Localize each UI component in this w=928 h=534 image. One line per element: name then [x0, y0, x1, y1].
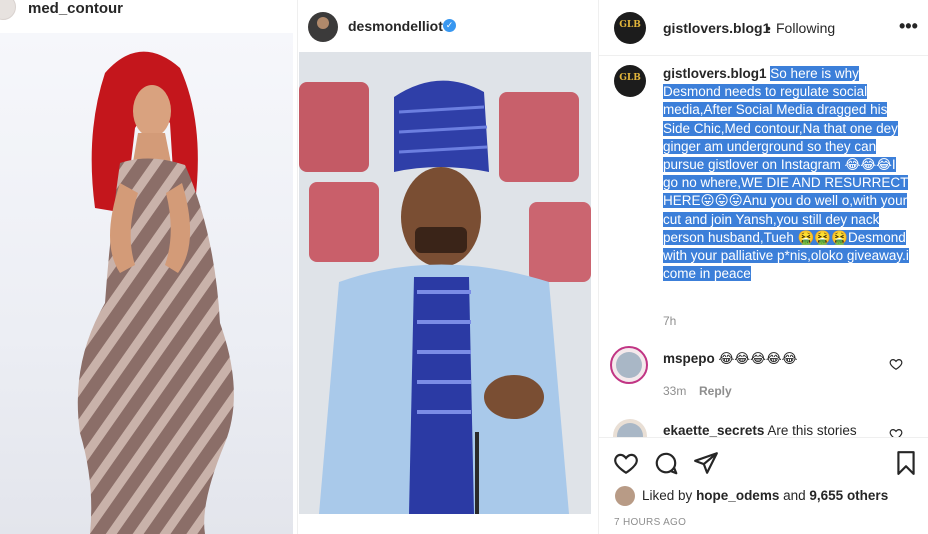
avatar[interactable] — [0, 0, 16, 20]
left-post-header: med_contour — [0, 0, 293, 30]
post-username[interactable]: med_contour — [28, 0, 123, 17]
middle-post: desmondelliot ✓ — [297, 0, 592, 534]
post-timestamp: 7 HOURS AGO — [614, 517, 687, 528]
avatar[interactable]: GLB — [614, 65, 646, 97]
avatar-logo-text: GLB — [619, 20, 641, 30]
likes-joiner: and — [783, 488, 806, 503]
woman-photo-illustration — [77, 51, 234, 534]
post-detail-panel: GLB gistlovers.blog1 • Following ••• GLB… — [598, 0, 928, 534]
comments-section[interactable]: GLB gistlovers.blog1 So here is why Desm… — [599, 57, 928, 437]
post-username[interactable]: desmondelliot — [348, 18, 443, 34]
likes-prefix: Liked by — [642, 488, 693, 503]
likes-summary[interactable]: Liked by hope_odems and 9,655 others — [642, 488, 888, 503]
comment-username[interactable]: mspepo — [663, 351, 715, 366]
bookmark-icon[interactable] — [893, 450, 919, 476]
share-icon[interactable] — [693, 450, 719, 476]
heart-icon[interactable] — [889, 357, 903, 371]
liked-by-user[interactable]: hope_odems — [696, 488, 779, 503]
post-photo — [299, 52, 591, 514]
caption-username[interactable]: gistlovers.blog1 — [663, 66, 767, 81]
heart-icon[interactable] — [613, 450, 639, 476]
avatar[interactable]: GLB — [614, 12, 646, 44]
action-bar: Liked by hope_odems and 9,655 others 7 H… — [599, 437, 928, 534]
comment-icon[interactable] — [653, 450, 679, 476]
comment-text: Are this stories — [767, 423, 857, 437]
separator-dot: • — [766, 20, 771, 36]
following-button[interactable]: Following — [776, 20, 835, 36]
left-post: med_contour — [0, 0, 293, 534]
comment-username[interactable]: ekaette_secrets — [663, 423, 764, 437]
comment-avatar[interactable] — [613, 419, 647, 437]
comment-item: ekaette_secrets Are this stories — [663, 423, 857, 437]
likes-count[interactable]: 9,655 others — [809, 488, 888, 503]
man-photo-illustration — [299, 52, 591, 514]
reply-button[interactable]: Reply — [699, 384, 732, 398]
comment-timestamp: 33m — [663, 384, 687, 398]
post-caption: gistlovers.blog1 So here is why Desmond … — [663, 65, 913, 283]
post-photo — [0, 33, 293, 534]
comment-avatar[interactable] — [610, 346, 648, 384]
more-icon[interactable]: ••• — [899, 16, 918, 37]
avatar-logo-text: GLB — [619, 73, 641, 83]
comment-item: mspepo 😂😂😂😂😂 — [663, 351, 797, 367]
liked-by-avatar[interactable] — [615, 486, 635, 506]
verified-icon: ✓ — [443, 19, 456, 32]
post-username[interactable]: gistlovers.blog1 — [663, 20, 770, 36]
caption-text: So here is why Desmond needs to regulate… — [663, 66, 909, 282]
comment-text: 😂😂😂😂😂 — [718, 351, 798, 366]
post-header: GLB gistlovers.blog1 • Following ••• — [599, 0, 928, 56]
caption-timestamp: 7h — [663, 314, 677, 328]
avatar[interactable] — [308, 12, 338, 42]
heart-icon[interactable] — [889, 427, 903, 437]
